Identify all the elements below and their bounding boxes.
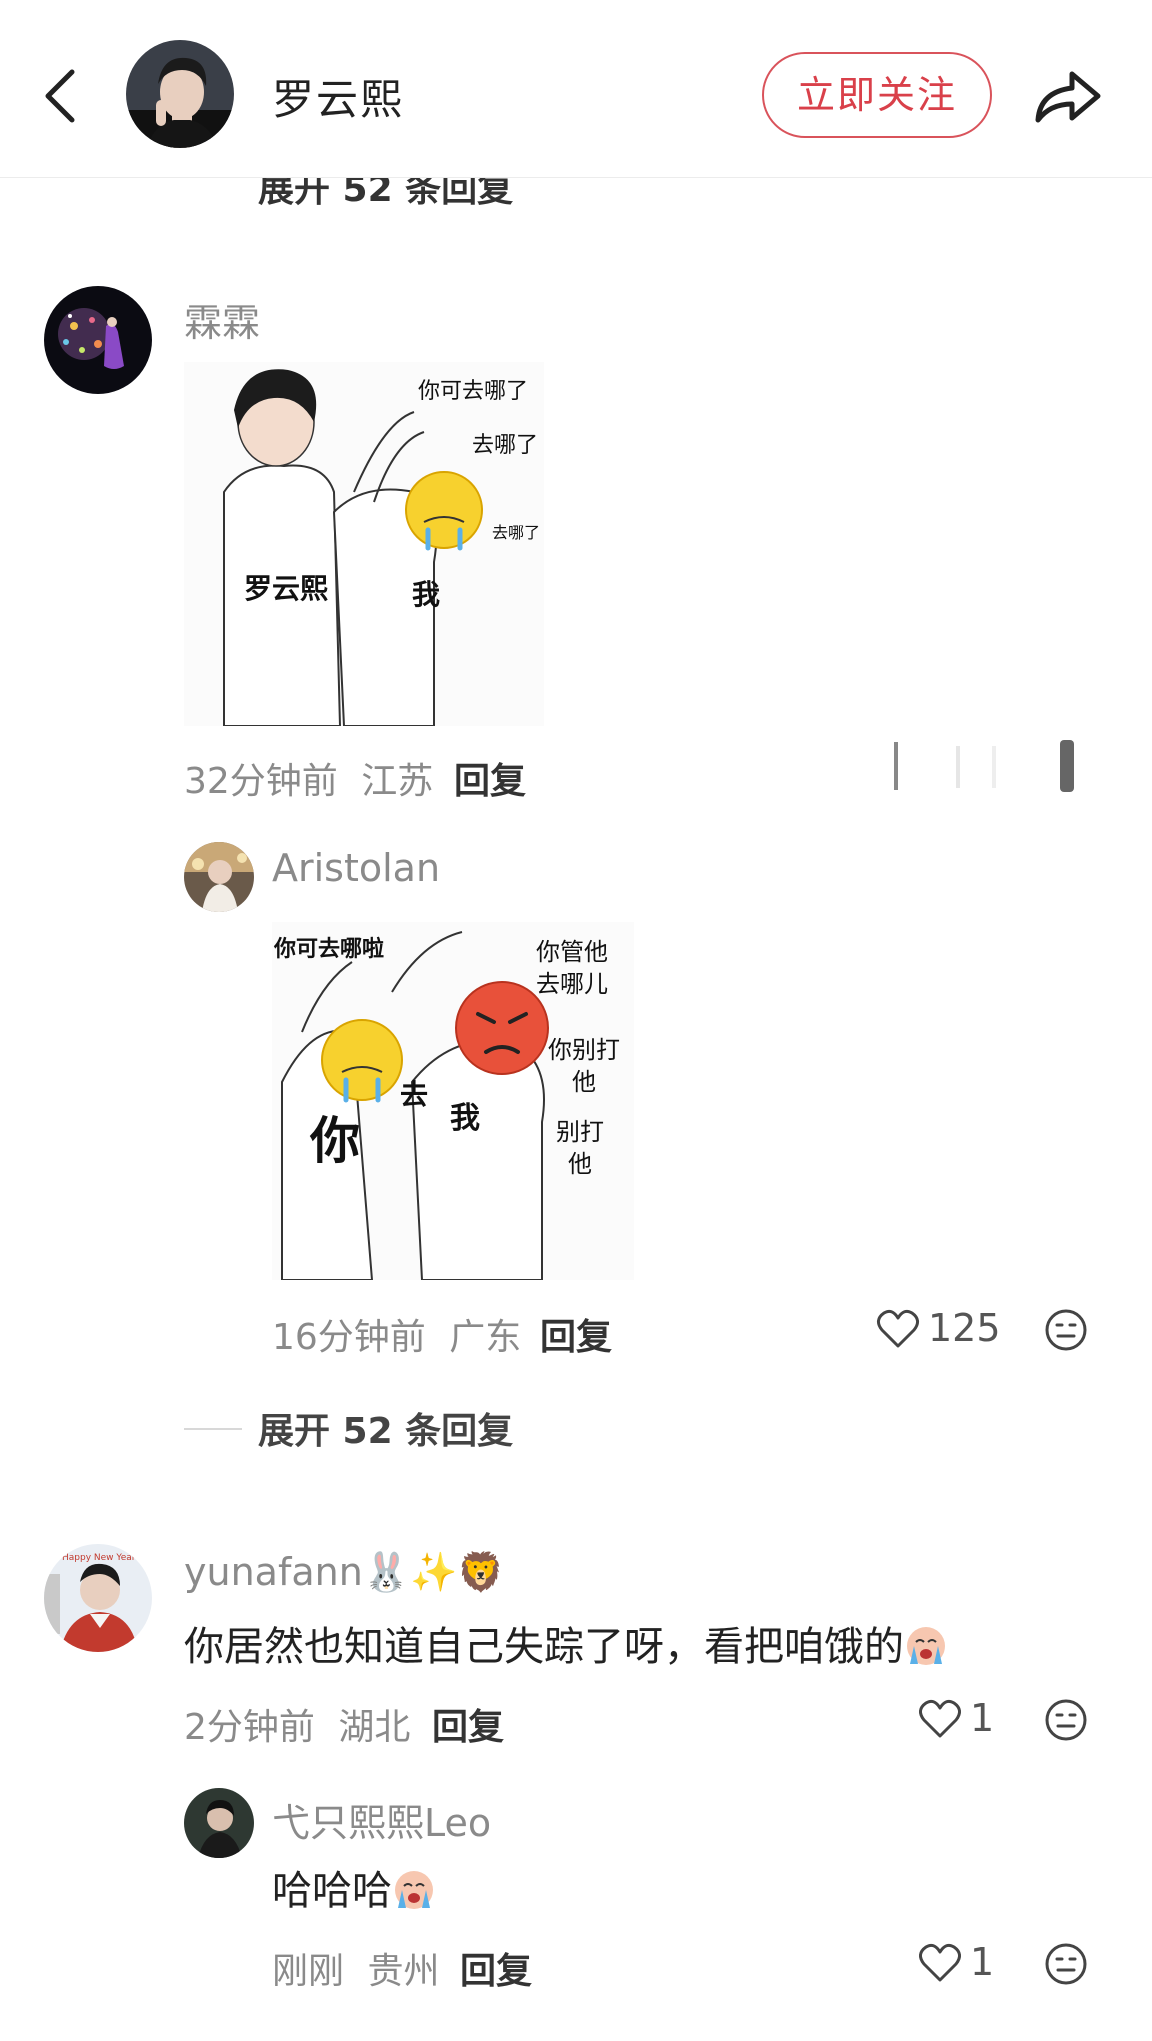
meme-label-wo: 我 (450, 1101, 480, 1136)
meme-label-2: 去哪了 (472, 433, 538, 458)
meme-label-wo: 我 (412, 578, 440, 611)
meme-label-5: 他 (572, 1068, 596, 1096)
emoji-face-icon[interactable] (1044, 1308, 1088, 1352)
heart-icon (919, 1699, 961, 1738)
heart-icon (919, 1943, 961, 1982)
emoji-face-icon[interactable] (1044, 1942, 1088, 1986)
comment-meta: 32分钟前 江苏 (184, 752, 433, 804)
meme-label-qu: 去 (400, 1078, 428, 1111)
meme-label-4: 你别打 (548, 1036, 620, 1064)
back-arrow-icon[interactable] (36, 60, 92, 132)
comment-username-row[interactable]: yunafann🐰✨🦁 (184, 1550, 505, 1595)
follow-button[interactable]: 立即关注 (762, 52, 992, 138)
meme-label-7: 他 (568, 1150, 592, 1178)
profile-name: 罗云熙 (272, 75, 405, 124)
comment-location: 湖北 (338, 1707, 411, 1748)
top-bar: 罗云熙 立即关注 (0, 0, 1152, 178)
comment-time: 2分钟前 (184, 1707, 315, 1748)
loading-indicator (892, 738, 1088, 794)
share-icon[interactable] (1028, 56, 1108, 132)
reply-button[interactable]: 回复 (432, 1698, 504, 1750)
reply-button[interactable]: 回复 (540, 1308, 612, 1360)
comment-meta: 16分钟前 广东 (272, 1308, 521, 1360)
comment-meme-image[interactable]: 罗云熙 我 你可去哪了 去哪了 去哪了 (184, 362, 544, 726)
meme-label-ni: 你 (309, 1112, 360, 1170)
comment-username[interactable]: Aristolan (272, 846, 440, 890)
like-button[interactable]: 1 (918, 1940, 1018, 1990)
meme-label-2: 你管他 (536, 938, 608, 966)
comment-time: 刚刚 (272, 1951, 345, 1992)
commenter-avatar[interactable] (184, 842, 254, 912)
comment-time: 32分钟前 (184, 761, 338, 802)
comment-location: 贵州 (367, 1951, 440, 1992)
comment-username: yunafann (184, 1550, 363, 1594)
heart-icon (877, 1309, 919, 1348)
reply-button[interactable]: 回复 (460, 1942, 532, 1994)
username-emojis: 🐰✨🦁 (362, 1550, 505, 1594)
comment-text-row: 你居然也知道自己失踪了呀，看把咱饿的 (184, 1614, 948, 1672)
svg-text:Happy New Year: Happy New Year (62, 1553, 136, 1563)
meme-label-1: 你可去哪了 (418, 379, 528, 404)
comment-time: 16分钟前 (272, 1317, 426, 1358)
comment-location: 江苏 (361, 761, 434, 802)
comment-username[interactable]: 霖霖 (184, 292, 260, 347)
comment-location: 广东 (449, 1317, 522, 1358)
commenter-avatar[interactable] (184, 1788, 254, 1858)
comment-meme-image[interactable]: 你可去哪啦 你管他 去哪儿 你别打 他 别打 他 你 去 我 (272, 922, 634, 1280)
profile-avatar[interactable] (126, 40, 234, 148)
comment-text-row: 哈哈哈 (272, 1858, 436, 1916)
emoji-face-icon[interactable] (1044, 1698, 1088, 1742)
meme-label-3: 去哪儿 (536, 970, 608, 998)
like-count: 1 (970, 1940, 995, 1984)
comment-meta: 刚刚 贵州 (272, 1942, 439, 1994)
like-count: 1 (970, 1696, 995, 1740)
comment-text: 你居然也知道自己失踪了呀，看把咱饿的 (184, 1624, 904, 1670)
crying-emoji-icon (907, 1627, 945, 1665)
crying-emoji-icon (395, 1871, 433, 1909)
meme-label-6: 别打 (556, 1118, 604, 1146)
like-button[interactable]: 1 (918, 1696, 1018, 1746)
meme-label-1: 你可去哪啦 (273, 936, 384, 962)
expand-replies-label: 展开 52 条回复 (258, 1411, 514, 1452)
reply-button[interactable]: 回复 (454, 752, 526, 804)
meme-label-luoyunxi: 罗云熙 (244, 572, 328, 605)
divider-line (184, 1428, 242, 1430)
like-button[interactable]: 125 (876, 1306, 1016, 1356)
comment-meta: 2分钟前 湖北 (184, 1698, 410, 1750)
comment-text: 哈哈哈 (272, 1868, 392, 1914)
commenter-avatar[interactable] (44, 286, 152, 394)
meme-label-3: 去哪了 (492, 523, 540, 542)
commenter-avatar[interactable]: Happy New Year (44, 1544, 152, 1652)
like-count: 125 (928, 1306, 1001, 1350)
comment-username[interactable]: 弋只熙熙Leo (272, 1792, 491, 1847)
